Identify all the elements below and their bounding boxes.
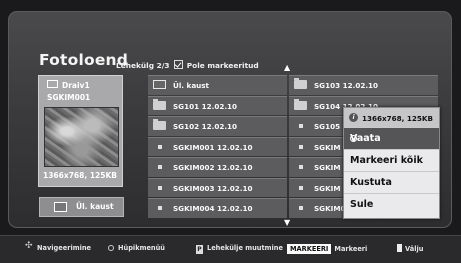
- file-icon: [299, 185, 303, 190]
- file-info-card: Draiv1 SGKIM001 1366x768, 125KB: [38, 75, 123, 187]
- page-change-icon: P: [196, 245, 203, 254]
- file-icon: [299, 124, 303, 128]
- page-info: Lehekülg 2/3 Pole markeeritud: [116, 60, 259, 70]
- scroll-down-arrow-icon[interactable]: ▼: [284, 218, 290, 227]
- file-icon: [158, 144, 162, 149]
- help-navigate: Navigeerimine: [25, 241, 91, 252]
- page-title: Fotoloend: [39, 51, 129, 69]
- photo-thumbnail: [44, 107, 119, 167]
- file-resolution: 1366x768, 125KB: [43, 171, 118, 180]
- popup-item-delete[interactable]: Kustuta: [344, 171, 439, 194]
- grid-item-file[interactable]: SGKIM003 12.02.10: [148, 177, 287, 197]
- popup-item-view[interactable]: Vaata: [344, 127, 439, 150]
- folder-up-icon: [54, 202, 67, 212]
- help-exit: Välju: [397, 244, 423, 253]
- file-icon: [158, 185, 162, 190]
- file-icon: [299, 206, 303, 210]
- grid-item-file[interactable]: SGKIM002 12.02.10: [148, 157, 287, 177]
- grid-item-file[interactable]: SGKIM001 12.02.10: [148, 136, 287, 156]
- file-name: SGKIM001: [47, 93, 91, 102]
- file-icon: [299, 165, 303, 169]
- popup-menu: i 1366x768, 125KB Vaata Markeeri kõik Ku…: [343, 107, 440, 219]
- grid-item-up-folder[interactable]: Ül. kaust: [148, 75, 287, 95]
- help-popup-menu: Hüpikmenüü: [108, 244, 165, 252]
- mark-status: Pole markeeritud: [186, 61, 259, 70]
- folder-icon: [153, 119, 166, 130]
- grid-item-file[interactable]: SGKIM004 12.02.10: [148, 198, 287, 218]
- help-mark: MARKEERI Markeeri: [287, 244, 367, 254]
- file-icon: [299, 144, 303, 149]
- folder-icon: [153, 98, 166, 110]
- up-folder-button[interactable]: Ül. kaust: [39, 197, 124, 217]
- bottom-help-bar: Navigeerimine Hüpikmenüü PLehekülje muut…: [0, 235, 461, 263]
- navigation-icon: [25, 241, 33, 251]
- file-icon: [158, 206, 162, 210]
- popup-item-mark-all[interactable]: Markeeri kõik: [344, 149, 439, 172]
- help-page-change: P Lehekülje muutmine: [196, 244, 283, 254]
- folder-icon: [294, 78, 307, 89]
- info-icon: i: [349, 113, 358, 122]
- folder-up-icon: [153, 80, 166, 89]
- page-number: Lehekülg 2/3: [116, 61, 170, 70]
- grid-item-folder[interactable]: SG102 12.02.10: [148, 116, 287, 136]
- drive-icon: [47, 80, 58, 88]
- mark-key: MARKEERI: [287, 244, 332, 254]
- file-icon: [158, 165, 162, 169]
- exit-key-icon: [397, 244, 402, 252]
- grid-item-folder[interactable]: SG103 12.02.10: [289, 75, 438, 95]
- popup-item-close[interactable]: Sule: [344, 193, 439, 216]
- check-icon: [174, 60, 184, 69]
- ok-button-icon: [108, 245, 114, 251]
- folder-icon: [294, 98, 307, 110]
- radio-selected-icon: [350, 135, 357, 142]
- popup-header: i 1366x768, 125KB: [344, 108, 439, 127]
- scroll-up-arrow-icon[interactable]: ▲: [284, 63, 290, 72]
- drive-label: Draiv1: [47, 80, 90, 90]
- grid-item-folder[interactable]: SG101 12.02.10: [148, 95, 287, 115]
